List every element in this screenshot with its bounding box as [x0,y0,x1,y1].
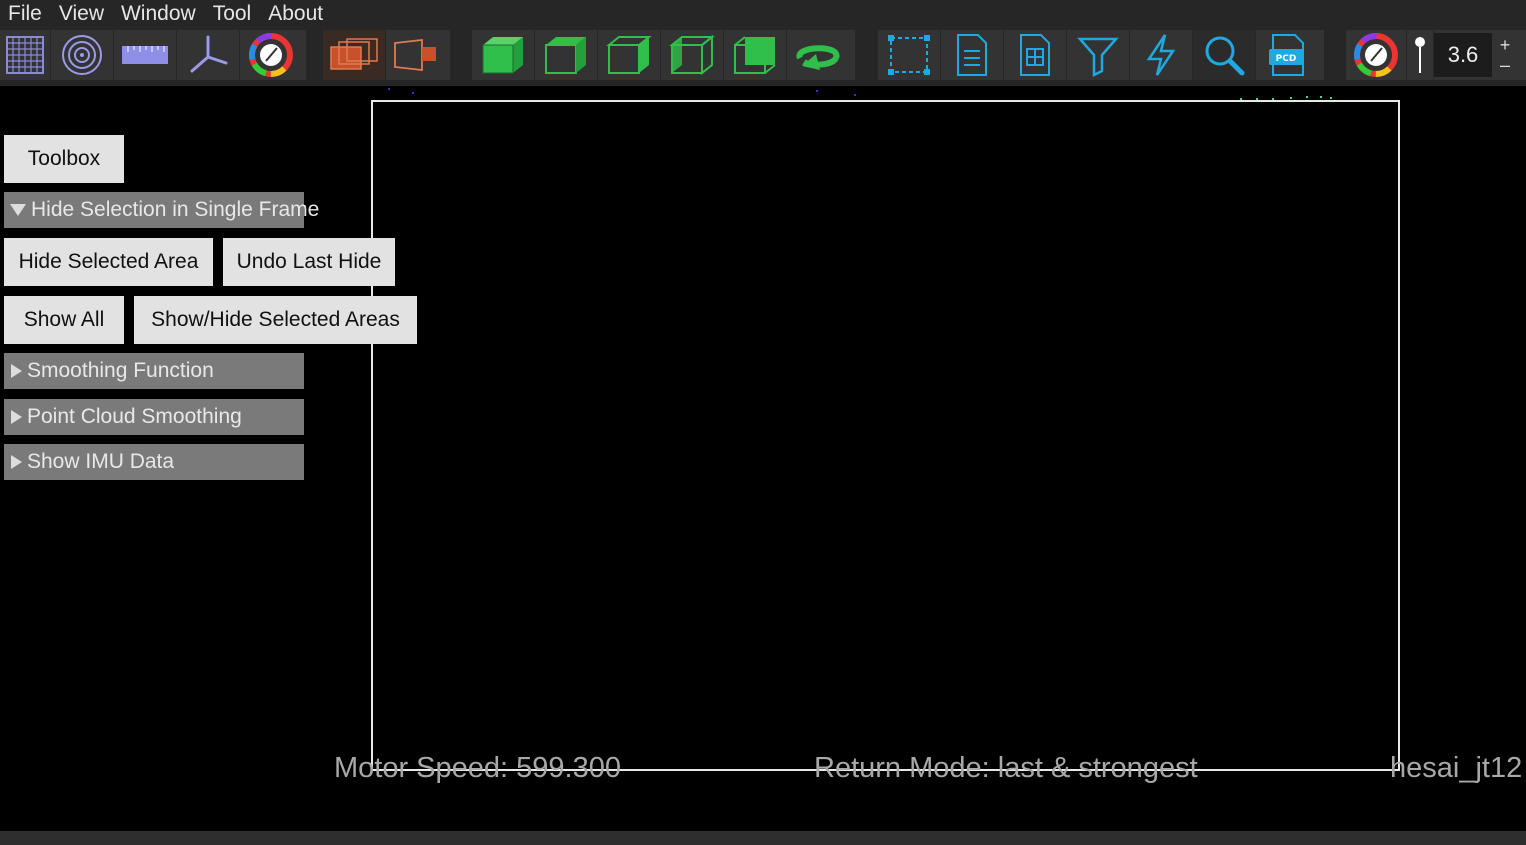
toolbar-group-frames [323,30,450,80]
increase-point-size-button[interactable]: + [1500,35,1511,55]
status-bar [0,831,1526,845]
ruler-button[interactable] [114,30,177,80]
menu-bar: File View Window Tool About [0,0,1526,28]
camera-frustum-button[interactable] [386,30,448,80]
toolbar-group-tools: PCD [878,30,1324,80]
rotate-icon [796,45,840,70]
hide-selected-area-button[interactable]: Hide Selected Area [4,238,213,286]
section-point-cloud-smoothing-label: Point Cloud Smoothing [27,405,242,428]
point-size-stepper: + – [1492,30,1518,80]
section-point-cloud-smoothing[interactable]: Point Cloud Smoothing [4,399,304,435]
list-doc-icon [957,34,987,76]
view-back-button[interactable] [724,30,787,80]
rings-icon [62,35,102,75]
grid-icon [6,36,44,74]
decrease-point-size-button[interactable]: – [1500,55,1510,75]
axes-icon [190,35,228,73]
collapse-triangle-icon [10,204,26,216]
point-size-value[interactable]: 3.6 [1434,33,1492,77]
cube-iso-icon [669,34,715,76]
expand-triangle-icon [11,455,22,469]
menu-view[interactable]: View [51,0,113,28]
toolbar: PCD 3.6 + – [0,28,1526,86]
view-front-button[interactable] [472,30,535,80]
selection-box[interactable] [371,100,1400,771]
frame-stack-icon [330,38,378,70]
menu-file[interactable]: File [0,0,51,28]
expand-triangle-icon [11,364,22,378]
rotate-view-button[interactable] [787,30,849,80]
cube-back-icon [734,36,776,74]
menu-tool[interactable]: Tool [205,0,261,28]
select-rect-button[interactable] [878,30,941,80]
undo-last-hide-button[interactable]: Undo Last Hide [223,238,395,286]
lightning-button[interactable] [1130,30,1193,80]
color-wheel-icon [1354,33,1398,77]
view-top-button[interactable] [535,30,598,80]
point-cloud-dot [388,88,390,90]
section-smoothing-function[interactable]: Smoothing Function [4,353,304,389]
toolbar-group-view [0,30,306,80]
svg-text:PCD: PCD [1276,54,1297,64]
color-map-button[interactable] [240,30,302,80]
toolbar-group-point-style: 3.6 + – [1346,30,1526,80]
section-hide-selection[interactable]: Hide Selection in Single Frame [4,192,319,228]
motor-speed-label: Motor Speed: 599.300 [334,752,621,784]
point-cloud-dot [1290,97,1292,99]
section-show-imu-data[interactable]: Show IMU Data [4,444,304,480]
expand-triangle-icon [11,410,22,424]
filter-button[interactable] [1067,30,1130,80]
search-button[interactable] [1193,30,1256,80]
ruler-icon [122,46,168,64]
point-size-icon [1415,37,1425,73]
point-color-button[interactable] [1346,30,1407,80]
section-smoothing-function-label: Smoothing Function [27,359,214,382]
show-hide-selected-areas-button[interactable]: Show/Hide Selected Areas [134,296,417,344]
point-cloud-dot [816,90,818,92]
return-mode-label: Return Mode: last & strongest [814,752,1198,784]
view-side-button[interactable] [598,30,661,80]
pcd-file-icon: PCD [1269,34,1304,76]
axes-button[interactable] [177,30,240,80]
color-wheel-icon [249,33,293,77]
select-rect-icon [888,35,930,75]
cube-side-icon [606,36,652,74]
section-hide-selection-label: Hide Selection in Single Frame [31,198,320,221]
point-cloud-dot [1320,96,1322,98]
search-icon [1205,36,1245,76]
cube-front-icon [482,37,523,74]
grid-button[interactable] [0,30,51,80]
rings-button[interactable] [51,30,114,80]
menu-window[interactable]: Window [113,0,205,28]
device-name-label: hesai_jt12 [1390,752,1523,784]
point-cloud-dot [1306,96,1308,98]
show-all-button[interactable]: Show All [4,296,124,344]
table-doc-icon [1020,34,1050,76]
section-show-imu-data-label: Show IMU Data [27,450,175,473]
lightning-icon [1146,34,1176,76]
filter-icon [1077,37,1119,77]
point-cloud-dot [412,92,414,94]
menu-about[interactable]: About [260,0,332,28]
list-doc-button[interactable] [941,30,1004,80]
toolbox-button[interactable]: Toolbox [4,135,124,183]
point-size-button[interactable] [1407,30,1434,80]
cube-top-icon [545,37,586,74]
pcd-file-button[interactable]: PCD [1256,30,1318,80]
toolbar-group-camera-views [472,30,855,80]
camera-frustum-icon [394,38,436,72]
frame-stack-button[interactable] [323,30,386,80]
point-cloud-dot [1330,97,1332,99]
point-cloud-dot [854,94,856,96]
table-doc-button[interactable] [1004,30,1067,80]
view-iso-button[interactable] [661,30,724,80]
